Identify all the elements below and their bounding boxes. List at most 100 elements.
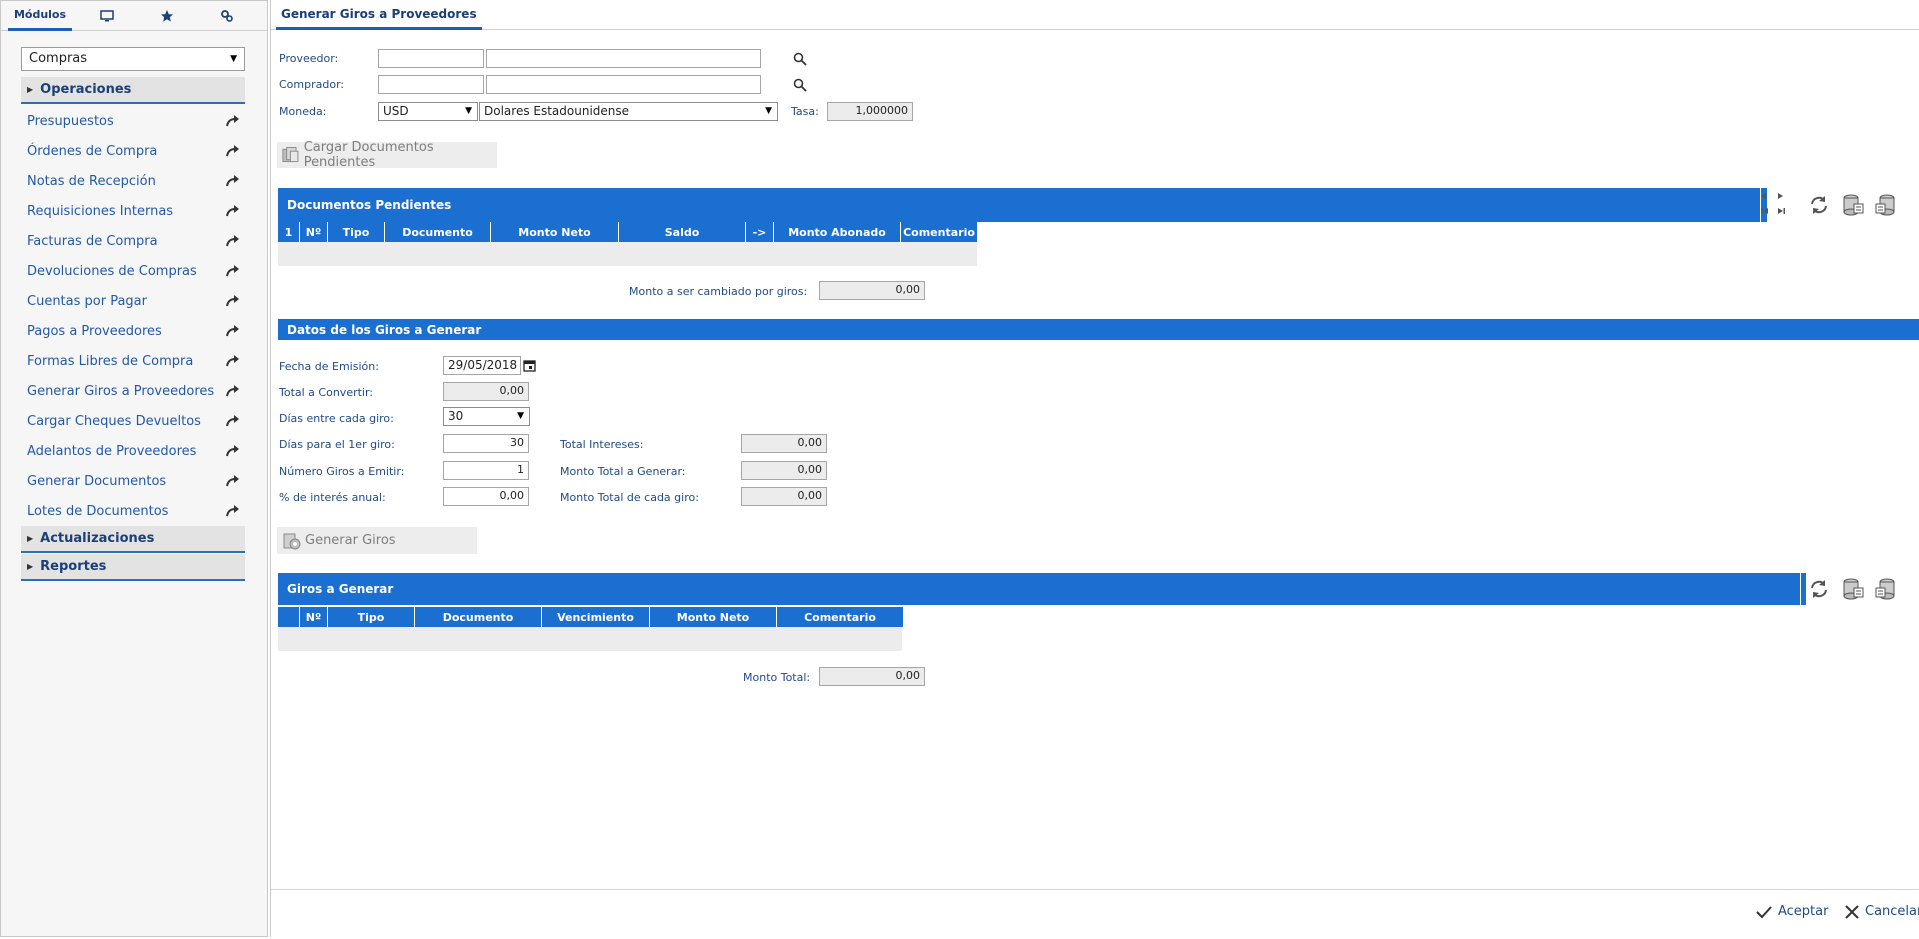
monto-total-generar-input[interactable]: 0,00 (741, 461, 827, 480)
nav-item[interactable]: Formas Libres de Compra (21, 346, 245, 376)
nav-item-label: Notas de Recepción (27, 173, 156, 189)
column-header[interactable]: Tipo (328, 222, 385, 242)
numero-giros-input[interactable]: 1 (443, 461, 529, 480)
share-arrow-icon[interactable] (225, 295, 239, 307)
moneda-code-value: USD (383, 104, 409, 118)
column-header[interactable]: Vencimiento (542, 607, 650, 627)
nav-item[interactable]: Generar Documentos (21, 466, 245, 496)
database-export-icon[interactable] (1841, 193, 1865, 217)
share-arrow-icon[interactable] (225, 265, 239, 277)
monto-total-input[interactable]: 0,00 (819, 667, 925, 686)
column-header[interactable]: Comentario (777, 607, 904, 627)
nav-item-label: Generar Documentos (27, 473, 167, 489)
section-label: Actualizaciones (40, 531, 155, 546)
comprador-code-input[interactable] (378, 75, 484, 94)
nav-item[interactable]: Cargar Cheques Devueltos (21, 406, 245, 436)
monto-cambiado-input[interactable]: 0,00 (819, 281, 925, 300)
section-reportes[interactable]: ▶ Reportes (21, 554, 245, 581)
refresh-icon[interactable] (1807, 193, 1831, 217)
nav-item-label: Lotes de Documentos (27, 503, 169, 519)
star-icon[interactable] (153, 1, 181, 31)
nav-item[interactable]: Órdenes de Compra (21, 136, 245, 166)
column-header[interactable]: Tipo (328, 607, 415, 627)
column-header[interactable]: 1 (278, 222, 300, 242)
nav-item[interactable]: Generar Giros a Proveedores (21, 376, 245, 406)
share-arrow-icon[interactable] (225, 145, 239, 157)
dias-entre-value: 30 (448, 409, 464, 423)
comprador-name-input[interactable] (486, 75, 761, 94)
moneda-name-select[interactable]: Dolares Estadounidense ▼ (479, 102, 778, 121)
nav-item[interactable]: Presupuestos (21, 106, 245, 136)
share-arrow-icon[interactable] (225, 385, 239, 397)
total-intereses-label: Total Intereses: (560, 438, 644, 451)
module-select[interactable]: Compras ▼ (21, 47, 245, 71)
share-arrow-icon[interactable] (225, 205, 239, 217)
nav-item[interactable]: Notas de Recepción (21, 166, 245, 196)
tasa-input[interactable]: 1,000000 (827, 102, 913, 121)
column-header[interactable]: Monto Neto (650, 607, 777, 627)
nav-item[interactable]: Requisiciones Internas (21, 196, 245, 226)
tab-generar-giros[interactable]: Generar Giros a Proveedores (276, 0, 482, 30)
search-icon[interactable] (793, 52, 807, 66)
nav-item[interactable]: Cuentas por Pagar (21, 286, 245, 316)
cancelar-button[interactable]: Cancelar (1845, 904, 1919, 919)
monitor-icon[interactable] (93, 1, 121, 31)
cargar-documentos-button[interactable]: Cargar Documentos Pendientes (277, 140, 497, 170)
share-arrow-icon[interactable] (225, 175, 239, 187)
nav-item[interactable]: Lotes de Documentos (21, 496, 245, 526)
database-import-icon[interactable] (1874, 577, 1898, 601)
monto-cada-giro-input[interactable]: 0,00 (741, 487, 827, 506)
moneda-name-value: Dolares Estadounidense (484, 104, 630, 118)
share-arrow-icon[interactable] (225, 505, 239, 517)
column-header[interactable] (278, 607, 300, 627)
database-export-icon[interactable] (1841, 577, 1865, 601)
proveedor-code-input[interactable] (378, 49, 484, 68)
column-header[interactable]: Documento (415, 607, 542, 627)
share-arrow-icon[interactable] (225, 475, 239, 487)
calendar-icon[interactable] (523, 359, 536, 372)
tasa-label: Tasa: (791, 105, 819, 118)
footer-divider (271, 889, 1919, 890)
share-arrow-icon[interactable] (225, 415, 239, 427)
share-arrow-icon[interactable] (225, 115, 239, 127)
nav-item[interactable]: Pagos a Proveedores (21, 316, 245, 346)
total-intereses-input[interactable]: 0,00 (741, 434, 827, 453)
refresh-icon[interactable] (1807, 577, 1831, 601)
dias-primer-input[interactable]: 30 (443, 434, 529, 453)
database-import-icon[interactable] (1874, 193, 1898, 217)
aceptar-button[interactable]: Aceptar (1756, 904, 1828, 919)
pager-arrows-icon[interactable] (1759, 191, 1787, 219)
column-header[interactable]: Nº (300, 222, 328, 242)
interes-anual-input[interactable]: 0,00 (443, 487, 529, 506)
search-icon[interactable] (793, 78, 807, 92)
column-header[interactable]: Monto Neto (491, 222, 619, 242)
section-actualizaciones[interactable]: ▶ Actualizaciones (21, 526, 245, 553)
cancelar-label: Cancelar (1865, 904, 1919, 919)
column-header[interactable]: Documento (385, 222, 491, 242)
fecha-emision-label: Fecha de Emisión: (279, 360, 379, 373)
moneda-code-select[interactable]: USD ▼ (378, 102, 478, 121)
generar-giros-button[interactable]: Generar Giros (277, 527, 477, 554)
column-header[interactable]: Saldo (619, 222, 746, 242)
share-arrow-icon[interactable] (225, 445, 239, 457)
column-header[interactable]: Comentario (901, 222, 978, 242)
tab-modules[interactable]: Módulos (8, 1, 72, 31)
column-header[interactable]: Nº (300, 607, 328, 627)
nav-item[interactable]: Facturas de Compra (21, 226, 245, 256)
total-convertir-input[interactable]: 0,00 (443, 382, 529, 401)
generate-icon (283, 533, 301, 549)
nav-item[interactable]: Devoluciones de Compras (21, 256, 245, 286)
column-header[interactable]: Monto Abonado (774, 222, 901, 242)
proveedor-name-input[interactable] (486, 49, 761, 68)
share-arrow-icon[interactable] (225, 325, 239, 337)
column-header[interactable]: -> (746, 222, 774, 242)
share-arrow-icon[interactable] (225, 355, 239, 367)
section-operaciones[interactable]: ▶ Operaciones (21, 77, 245, 104)
close-icon (1845, 904, 1859, 919)
giros-grid-body (278, 627, 902, 651)
share-arrow-icon[interactable] (225, 235, 239, 247)
settings-icon[interactable] (213, 1, 241, 31)
nav-item[interactable]: Adelantos de Proveedores (21, 436, 245, 466)
fecha-emision-input[interactable]: 29/05/2018 (443, 356, 521, 375)
dias-entre-select[interactable]: 30 ▼ (443, 407, 530, 426)
